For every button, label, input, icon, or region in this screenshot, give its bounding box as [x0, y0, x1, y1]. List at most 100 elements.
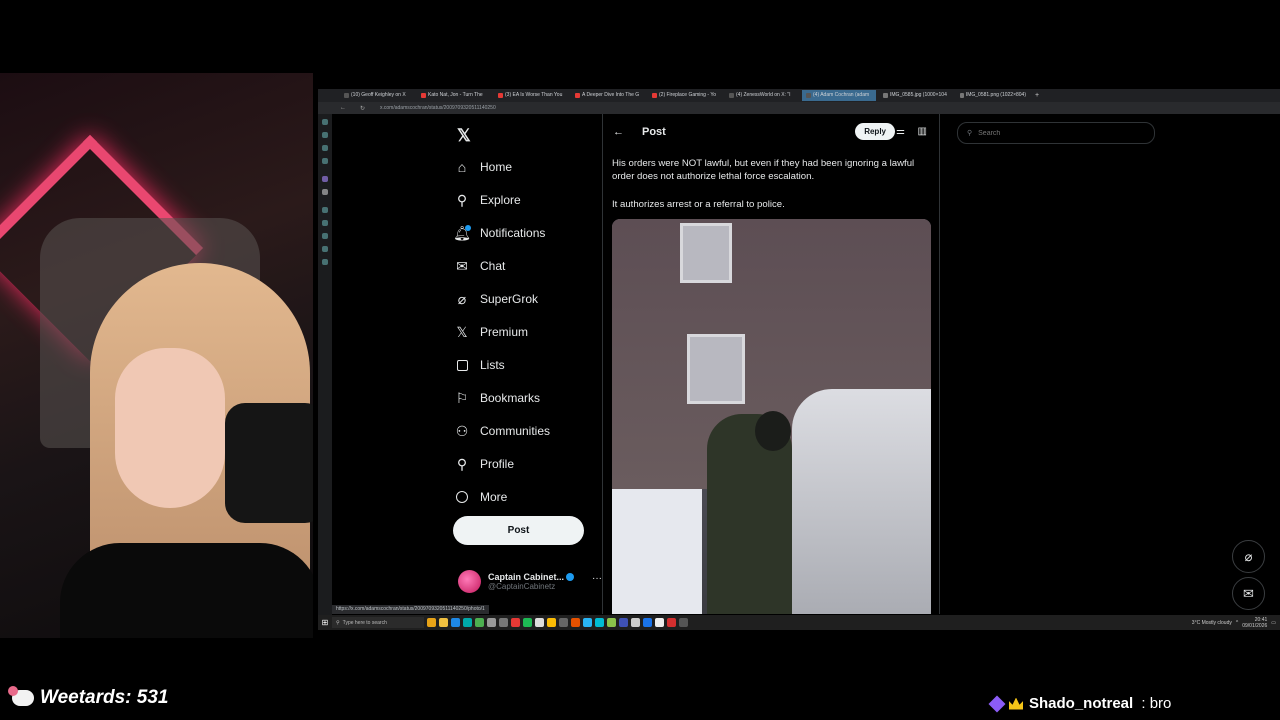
app-icon[interactable]	[667, 618, 676, 627]
account-switcher[interactable]: Captain Cabinet... @CaptainCabinetz ···	[458, 567, 602, 595]
sidebar-app-icon[interactable]	[322, 132, 328, 138]
edge-icon[interactable]	[451, 618, 460, 627]
reader-view-icon[interactable]: ▥	[918, 126, 927, 137]
grok-icon: ⌀	[457, 290, 467, 307]
app-icon[interactable]	[679, 618, 688, 627]
sidebar-app-icon[interactable]	[322, 233, 328, 239]
crown-badge-icon	[1009, 697, 1023, 710]
subscriber-badge-icon	[988, 695, 1006, 712]
reply-button[interactable]: Reply	[855, 123, 895, 140]
app-icon[interactable]	[655, 618, 664, 627]
x-favicon-icon	[806, 93, 811, 98]
nav-supergrok[interactable]: ⌀ SuperGrok	[452, 286, 538, 312]
account-handle: @CaptainCabinetz	[488, 581, 556, 591]
nav-explore[interactable]: ⚲ Explore	[452, 187, 521, 213]
notification-center-icon[interactable]: ▭	[1271, 620, 1276, 626]
clock[interactable]: 20:41 09/01/2026	[1242, 617, 1267, 629]
app-icon[interactable]	[619, 618, 628, 627]
nav-communities[interactable]: ⚇ Communities	[452, 418, 550, 444]
new-tab-icon[interactable]: +	[1035, 92, 1039, 99]
steam-icon[interactable]	[643, 618, 652, 627]
streamer-body	[60, 543, 313, 638]
home-icon: ⌂	[457, 159, 467, 175]
nav-bookmarks[interactable]: ⚐ Bookmarks	[452, 385, 540, 411]
sidebar-app-icon[interactable]	[322, 207, 328, 213]
nav-profile[interactable]: ⚲ Profile	[452, 451, 514, 477]
image-favicon-icon	[960, 93, 964, 98]
bookmark-icon: ⚐	[455, 389, 469, 406]
sidebar-app-icon[interactable]	[322, 246, 328, 252]
nav-notifications[interactable]: 🔔︎ Notifications	[452, 220, 545, 246]
app-icon[interactable]	[487, 618, 496, 627]
weather-widget[interactable]: 3°C Mostly cloudy	[1192, 620, 1232, 626]
nav-lists[interactable]: Lists	[452, 352, 505, 378]
back-arrow-icon[interactable]: ←	[613, 126, 624, 138]
sidebar-app-icon[interactable]	[322, 119, 328, 125]
app-icon[interactable]	[475, 618, 484, 627]
file-explorer-icon[interactable]	[439, 618, 448, 627]
account-name: Captain Cabinet...	[488, 571, 565, 582]
grok-fab-icon[interactable]: ⌀	[1232, 540, 1265, 573]
post-compose-button[interactable]: Post	[453, 516, 584, 545]
search-input[interactable]	[976, 128, 1141, 138]
x-logo-icon[interactable]: 𝕏	[457, 126, 471, 146]
status-bar-url: https://x.com/adamscochran/status/200970…	[332, 605, 489, 614]
nav-home[interactable]: ⌂ Home	[452, 154, 512, 180]
browser-tab[interactable]: Kato Nat, Jon - Turn The	[417, 90, 491, 101]
filter-icon[interactable]: ⚌	[896, 126, 905, 137]
sidebar-app-icon[interactable]	[322, 158, 328, 164]
app-icon[interactable]	[535, 618, 544, 627]
browser-tab[interactable]: IMG_0585.jpg (1000×104	[879, 90, 953, 101]
tray-chevron-icon[interactable]: ^	[1236, 620, 1238, 626]
mail-icon: ✉	[456, 257, 468, 274]
back-nav-icon[interactable]: ←	[340, 105, 346, 111]
browser-tab[interactable]: IMG_0581.png (1022×804)	[956, 90, 1030, 101]
browser-tab[interactable]: (4) ZenessWorld on X: "I	[725, 90, 799, 101]
search-icon: ⚲	[456, 191, 468, 208]
webcam-feed	[0, 73, 313, 638]
url-text[interactable]: x.com/adamscochran/status/20097093205111…	[380, 105, 496, 111]
browser-tab[interactable]: (10) Geoff Keighley on X	[340, 90, 414, 101]
app-icon[interactable]	[463, 618, 472, 627]
browser-tab-active[interactable]: (4) Adam Cochran (adam	[802, 90, 876, 101]
verified-badge-icon	[566, 572, 575, 581]
windows-start-icon[interactable]: ⊞	[318, 618, 332, 627]
chat-text: bro	[1149, 695, 1172, 712]
avatar	[458, 569, 481, 593]
sidebar-app-icon[interactable]	[322, 189, 328, 195]
search-icon: ⚲	[967, 130, 973, 137]
nav-chat[interactable]: ✉ Chat	[452, 253, 505, 279]
youtube-favicon-icon	[652, 93, 657, 98]
taskbar-search[interactable]: ⚲ Type here to search	[332, 617, 424, 628]
telegram-icon[interactable]	[583, 618, 592, 627]
chrome-icon[interactable]	[547, 618, 556, 627]
app-icon[interactable]	[499, 618, 508, 627]
app-icon[interactable]	[511, 618, 520, 627]
sidebar-app-icon[interactable]	[322, 176, 328, 182]
post-video[interactable]	[612, 219, 931, 614]
messages-fab-icon[interactable]: ✉	[1232, 577, 1265, 610]
search-field[interactable]: ⚲	[957, 122, 1155, 144]
sidebar-app-icon[interactable]	[322, 220, 328, 226]
app-icon[interactable]	[631, 618, 640, 627]
x-favicon-icon	[729, 93, 734, 98]
nav-premium[interactable]: 𝕏 Premium	[452, 319, 528, 345]
app-icon[interactable]	[571, 618, 580, 627]
address-bar[interactable]: ← ↻ x.com/adamscochran/status/2009709320…	[318, 102, 1280, 114]
task-view-icon[interactable]	[427, 618, 436, 627]
browser-tab[interactable]: A Deeper Dive Into The G	[571, 90, 645, 101]
app-icon[interactable]	[607, 618, 616, 627]
app-icon[interactable]	[559, 618, 568, 627]
image-favicon-icon	[883, 93, 888, 98]
app-icon[interactable]	[595, 618, 604, 627]
nav-more[interactable]: More	[452, 484, 507, 510]
sidebar-app-icon[interactable]	[322, 259, 328, 265]
browser-tab[interactable]: (3) EA Is Worse Than You	[494, 90, 568, 101]
browser-tab[interactable]: (2) Fireplace Gaming - Yo	[648, 90, 722, 101]
reload-icon[interactable]: ↻	[360, 105, 365, 112]
youtube-favicon-icon	[575, 93, 580, 98]
column-divider	[939, 114, 940, 614]
spotify-icon[interactable]	[523, 618, 532, 627]
sidebar-app-icon[interactable]	[322, 145, 328, 151]
more-horizontal-icon[interactable]: ···	[592, 573, 602, 584]
